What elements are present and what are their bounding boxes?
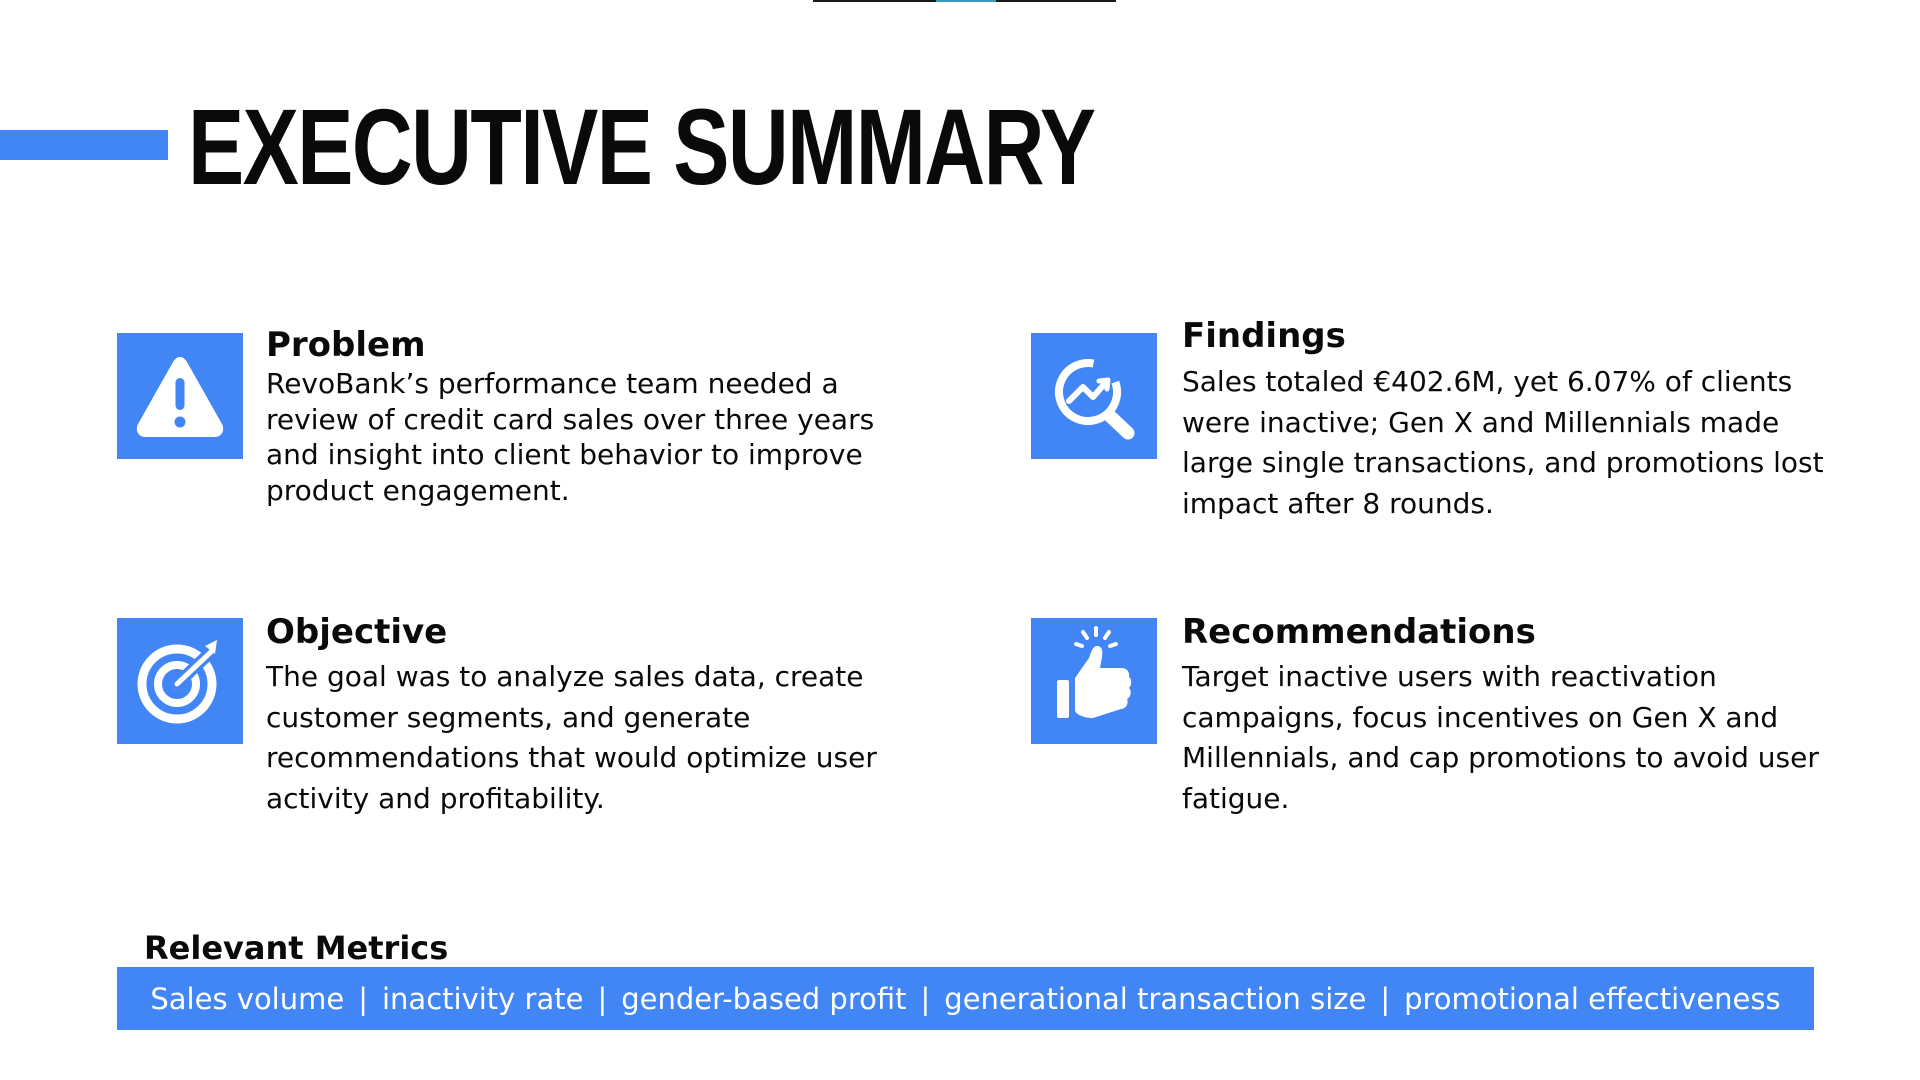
objective-body: The goal was to analyze sales data, crea… (266, 660, 877, 815)
target-icon (117, 618, 243, 744)
problem-heading: Problem (266, 325, 426, 365)
metric-separator: | (920, 981, 931, 1016)
warning-icon (117, 333, 243, 459)
metric-item: gender-based profit (621, 981, 907, 1016)
metric-separator: | (358, 981, 368, 1016)
slide: EXECUTIVE SUMMARY Problem RevoBank’s per… (0, 0, 1920, 1080)
top-rule-accent (936, 0, 996, 2)
metric-item: inactivity rate (382, 981, 584, 1016)
metric-item: promotional effectiveness (1404, 981, 1781, 1016)
metric-item: generational transaction size (944, 981, 1367, 1016)
page-title: EXECUTIVE SUMMARY (188, 86, 1096, 207)
problem-body: RevoBank’s performance team needed a rev… (266, 367, 875, 507)
thumbs-up-icon (1031, 618, 1157, 744)
title-accent-bar (0, 130, 168, 160)
recommendations-body: Target inactive users with reactivation … (1182, 660, 1819, 815)
metrics-heading: Relevant Metrics (144, 929, 449, 967)
findings-heading: Findings (1182, 316, 1346, 356)
recommendations-heading: Recommendations (1182, 612, 1536, 652)
analytics-search-icon (1031, 333, 1157, 459)
metric-separator: | (1380, 981, 1391, 1016)
findings-body: Sales totaled €402.6M, yet 6.07% of clie… (1182, 365, 1824, 520)
objective-heading: Objective (266, 612, 448, 652)
metrics-bar: Sales volume | inactivity rate | gender-… (117, 967, 1814, 1030)
metric-item: Sales volume (150, 981, 345, 1016)
metric-separator: | (597, 981, 608, 1016)
